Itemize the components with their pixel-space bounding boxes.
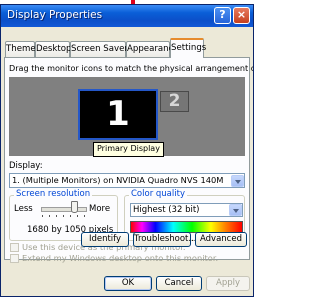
display-label: Display: (9, 161, 43, 171)
slider-tick (49, 215, 50, 217)
slider-tick (56, 215, 57, 217)
display-dropdown-arrow-icon[interactable] (231, 175, 244, 187)
apply-button[interactable]: Apply (206, 276, 250, 291)
extend-desktop-checkbox[interactable] (10, 254, 19, 263)
troubleshoot-button[interactable]: Troubleshoot... (133, 232, 196, 247)
display-select-value: 1. (Multiple Monitors) on NVIDIA Quadro … (12, 175, 224, 185)
slider-tick (42, 215, 43, 217)
advanced-button[interactable]: Advanced (195, 232, 247, 247)
tab-screen-saver[interactable]: Screen Saver (70, 41, 128, 57)
cancel-button[interactable]: Cancel (156, 276, 202, 291)
identify-button[interactable]: Identify (81, 232, 129, 247)
slider-tick (84, 215, 85, 217)
tab-appearance[interactable]: Appearance (126, 41, 179, 57)
tab-settings[interactable]: Settings (170, 38, 206, 58)
resolution-slider-track[interactable] (41, 207, 87, 212)
resolution-slider-thumb[interactable] (71, 201, 78, 213)
display-select[interactable]: 1. (Multiple Monitors) on NVIDIA Quadro … (9, 173, 245, 188)
ok-button[interactable]: OK (104, 276, 152, 291)
color-dropdown-arrow-icon[interactable] (229, 204, 242, 216)
more-label: More (89, 204, 111, 214)
window-title: Display Properties (7, 9, 103, 21)
tab-themes[interactable]: Themes (5, 41, 40, 57)
monitor-2-icon[interactable]: 2 (160, 91, 189, 112)
close-button[interactable]: × (233, 7, 250, 24)
slider-tick (70, 215, 71, 217)
monitor-arrangement-area: 1 2 Primary Display (9, 77, 245, 157)
color-quality-select[interactable]: Highest (32 bit) (130, 203, 243, 217)
color-quality-title: Color quality (129, 189, 187, 199)
slider-tick (63, 215, 64, 217)
display-properties-dialog: Display Properties ? × Themes Desktop Sc… (0, 4, 254, 297)
tab-desktop[interactable]: Desktop (35, 41, 71, 57)
primary-display-tooltip: Primary Display (93, 142, 164, 157)
screen-resolution-title: Screen resolution (14, 189, 93, 199)
settings-panel: Drag the monitor icons to match the phys… (4, 57, 253, 263)
less-label: Less (14, 204, 33, 214)
title-bar[interactable]: Display Properties ? × (1, 5, 253, 27)
instructions-text: Drag the monitor icons to match the phys… (9, 63, 253, 73)
primary-monitor-checkbox[interactable] (10, 243, 19, 252)
color-quality-value: Highest (32 bit) (133, 205, 200, 215)
extend-desktop-label: Extend my Windows desktop onto this moni… (22, 253, 219, 263)
monitor-1-icon[interactable]: 1 (78, 89, 158, 140)
help-button[interactable]: ? (214, 7, 231, 24)
slider-tick (77, 215, 78, 217)
